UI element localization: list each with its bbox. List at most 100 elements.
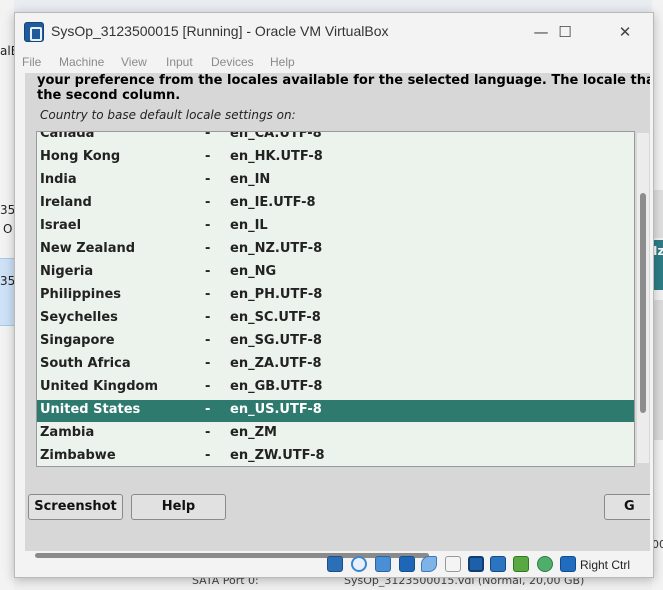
audio-icon[interactable] [375,556,391,572]
separator-dash: - [205,333,211,348]
separator-dash: - [205,287,211,302]
keyboard-icon[interactable] [560,556,576,572]
list-item[interactable]: Nigeria - en_NG [37,262,634,284]
separator-dash: - [205,356,211,371]
locale-code: en_GB.UTF-8 [230,379,323,394]
usb-icon[interactable] [421,556,437,572]
country-name: Canada [40,131,95,141]
separator-dash: - [205,195,211,210]
menu-devices[interactable]: Devices [211,55,254,69]
separator-dash: - [205,310,211,325]
menu-bar: File Machine View Input Devices Help [15,51,653,73]
country-name: Zambia [40,425,95,440]
country-name: Philippines [40,287,122,302]
locale-code: en_IN [230,172,271,187]
menu-view[interactable]: View [121,55,147,69]
installer-intro-text: your preference from the locales availab… [37,73,650,103]
locale-code: en_IL [230,218,268,233]
separator-dash: - [205,425,211,440]
menu-help[interactable]: Help [270,55,295,69]
list-item[interactable]: New Zealand - en_NZ.UTF-8 [37,239,634,261]
list-item[interactable]: Ireland - en_IE.UTF-8 [37,193,634,215]
menu-machine[interactable]: Machine [59,55,104,69]
menu-input[interactable]: Input [166,55,193,69]
window-title: SysOp_3123500015 [Running] - Oracle VM V… [51,23,389,39]
list-item[interactable]: Zimbabwe - en_ZW.UTF-8 [37,446,634,466]
host-storage-details: SATA Port 0: SysOp_3123500015.vdi (Norma… [14,577,652,590]
country-name: United Kingdom [40,379,159,394]
host-desktop-left: alB 35( O 35 [0,0,20,590]
locale-code: en_IE.UTF-8 [230,195,316,210]
list-item[interactable]: Singapore - en_SG.UTF-8 [37,331,634,353]
maximize-button[interactable]: ☐ [543,19,587,45]
country-name: Nigeria [40,264,94,279]
go-back-button[interactable]: G [604,494,650,520]
country-name: Israel [40,218,82,233]
separator-dash: - [205,218,211,233]
locale-code: en_ZW.UTF-8 [230,448,325,463]
country-name: India [40,172,77,187]
locale-code: en_ZM [230,425,277,440]
virtualbox-app-icon [24,22,44,42]
shared-folders-icon[interactable] [445,556,461,572]
separator-dash: - [205,241,211,256]
display-icon[interactable] [468,556,484,572]
country-name: Hong Kong [40,149,121,164]
locale-code: en_US.UTF-8 [230,402,322,417]
country-name: Singapore [40,333,115,348]
list-item[interactable]: India - en_IN [37,170,634,192]
mouse-integration-icon[interactable] [537,556,553,572]
list-item[interactable]: Israel - en_IL [37,216,634,238]
bg-text: 35 [0,274,16,288]
locale-code: en_HK.UTF-8 [230,149,323,164]
screenshot-button[interactable]: Screenshot [28,494,123,520]
locale-list[interactable]: Canada - en_CA.UTF-8 Hong Kong - en_HK.U… [36,131,635,467]
help-button[interactable]: Help [131,494,226,520]
locale-code: en_NZ.UTF-8 [230,241,323,256]
separator-dash: - [205,448,211,463]
country-name: New Zealand [40,241,136,256]
locale-code: en_SC.UTF-8 [230,310,321,325]
intro-line-2: the second column. [37,88,181,103]
separator-dash: - [205,172,211,187]
separator-dash: - [205,131,211,141]
close-button[interactable]: ✕ [603,19,647,45]
menu-file[interactable]: File [22,55,41,69]
guest-vertical-scrollbar[interactable] [637,133,649,463]
separator-dash: - [205,379,211,394]
video-capture-icon[interactable] [490,556,506,572]
country-name: Ireland [40,195,92,210]
separator-dash: - [205,264,211,279]
bg-block [654,300,663,440]
locale-code: en_CA.UTF-8 [230,131,322,141]
list-item-selected[interactable]: United States - en_US.UTF-8 [37,400,634,422]
locale-code: en_NG [230,264,277,279]
intro-line-1: your preference from the locales availab… [37,73,650,88]
bg-text: Iz [653,244,663,258]
bg-selected-row [0,258,14,326]
country-name: Zimbabwe [40,448,116,463]
list-item[interactable]: United Kingdom - en_GB.UTF-8 [37,377,634,399]
bg-text: SysOp_3123500015.vdi (Normal, 20,00 GB) [344,577,585,587]
list-item[interactable]: Seychelles - en_SC.UTF-8 [37,308,634,330]
list-item[interactable]: Zambia - en_ZM [37,423,634,445]
list-item[interactable]: Hong Kong - en_HK.UTF-8 [37,147,634,169]
country-name: United States [40,402,141,417]
host-key-label: Right Ctrl [580,558,631,572]
list-item[interactable]: South Africa - en_ZA.UTF-8 [37,354,634,376]
scrollbar-thumb[interactable] [640,193,646,413]
list-item[interactable]: Canada - en_CA.UTF-8 [37,131,634,146]
locale-code: en_PH.UTF-8 [230,287,323,302]
country-name: South Africa [40,356,131,371]
list-item[interactable]: Philippines - en_PH.UTF-8 [37,285,634,307]
network-icon[interactable] [399,556,415,572]
cpu-icon[interactable] [513,556,529,572]
title-bar[interactable]: SysOp_3123500015 [Running] - Oracle VM V… [15,13,653,51]
hard-disk-icon[interactable] [327,556,343,572]
locale-code: en_ZA.UTF-8 [230,356,322,371]
optical-drive-icon[interactable] [351,556,367,572]
locale-code: en_SG.UTF-8 [230,333,322,348]
scrollbar-thumb[interactable] [35,553,429,558]
guest-screen[interactable]: your preference from the locales availab… [25,73,650,551]
bg-text: SATA Port 0: [192,577,259,587]
